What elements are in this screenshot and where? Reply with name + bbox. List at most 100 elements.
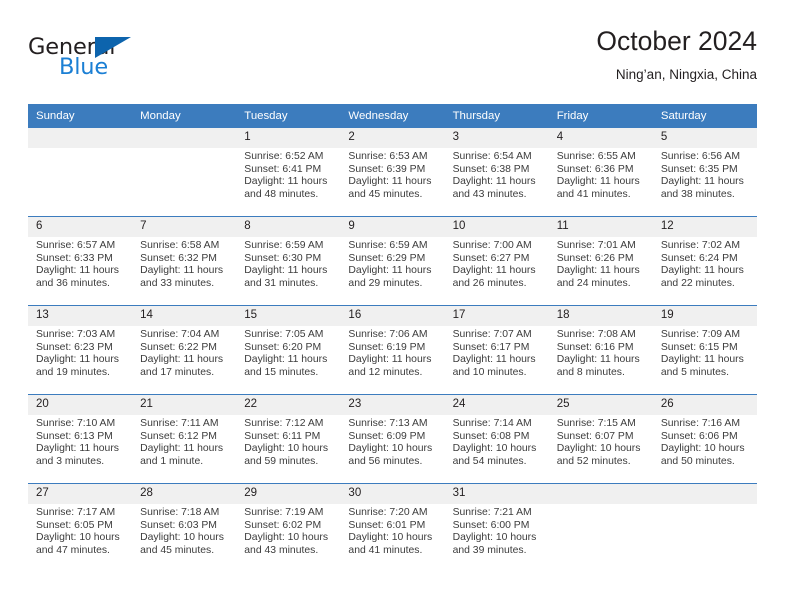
calendar-day-cell[interactable]: 28 Sunrise: 7:18 AM Sunset: 6:03 PM Dayligh… (132, 483, 237, 572)
calendar-day-cell[interactable]: 6 Sunrise: 6:57 AM Sunset: 6:33 PM Daylight… (28, 216, 133, 306)
day-number: 31 (444, 484, 549, 505)
calendar-day-cell[interactable]: 27 Sunrise: 7:17 AM Sunset: 6:05 PM Dayligh… (28, 483, 133, 572)
day-number: 14 (132, 306, 237, 327)
daylight-text: Daylight: 10 hours and 41 minutes. (348, 532, 433, 556)
calendar-day-cell[interactable]: 5 Sunrise: 6:56 AM Sunset: 6:35 PM Daylight… (652, 128, 757, 217)
day-details: Sunrise: 6:54 AM Sunset: 6:38 PM Daylight:… (445, 148, 549, 201)
daylight-text: Daylight: 11 hours and 41 minutes. (556, 176, 640, 200)
weekday-header-friday: Friday (548, 104, 653, 128)
sunset-text: Sunset: 6:02 PM (244, 519, 322, 531)
sunset-text: Sunset: 6:16 PM (556, 341, 634, 353)
calendar-day-cell[interactable]: 17 Sunrise: 7:07 AM Sunset: 6:17 PM Dayligh… (444, 305, 549, 395)
calendar-day-cell[interactable]: 31 Sunrise: 7:21 AM Sunset: 6:00 PM Dayligh… (444, 483, 549, 572)
calendar-day-cell[interactable]: 30 Sunrise: 7:20 AM Sunset: 6:01 PM Dayligh… (340, 483, 445, 572)
daylight-text: Daylight: 11 hours and 5 minutes. (660, 354, 744, 378)
calendar-day-cell[interactable]: 18 Sunrise: 7:08 AM Sunset: 6:16 PM Dayligh… (548, 305, 653, 395)
sunset-text: Sunset: 6:01 PM (348, 519, 426, 531)
day-number: 3 (444, 128, 549, 149)
daylight-text: Daylight: 11 hours and 43 minutes. (452, 176, 536, 200)
calendar-day-cell[interactable]: 12 Sunrise: 7:02 AM Sunset: 6:24 PM Dayligh… (652, 216, 757, 306)
daylight-text: Daylight: 11 hours and 38 minutes. (660, 176, 744, 200)
day-number: 28 (132, 484, 237, 505)
calendar-day-cell[interactable]: 29 Sunrise: 7:19 AM Sunset: 6:02 PM Dayligh… (236, 483, 341, 572)
day-details: Sunrise: 7:06 AM Sunset: 6:19 PM Daylight:… (340, 326, 444, 379)
calendar-day-cell[interactable]: 10 Sunrise: 7:00 AM Sunset: 6:27 PM Dayligh… (444, 216, 549, 306)
calendar-day-cell[interactable]: 9 Sunrise: 6:59 AM Sunset: 6:29 PM Daylight… (340, 216, 445, 306)
page-header: General Blue October 2024 Ning’an, Ningx… (28, 26, 757, 90)
sunset-text: Sunset: 6:20 PM (244, 341, 322, 353)
calendar-week-row: 6 Sunrise: 6:57 AM Sunset: 6:33 PM Daylight… (28, 216, 757, 306)
calendar-day-cell[interactable]: 8 Sunrise: 6:59 AM Sunset: 6:30 PM Daylight… (236, 216, 341, 306)
calendar-day-cell[interactable]: 2 Sunrise: 6:53 AM Sunset: 6:39 PM Daylight… (340, 128, 445, 217)
daylight-text: Daylight: 10 hours and 59 minutes. (244, 443, 329, 467)
daylight-text: Daylight: 10 hours and 39 minutes. (452, 532, 537, 556)
day-number: 11 (548, 217, 653, 238)
calendar-day-cell[interactable]: 11 Sunrise: 7:01 AM Sunset: 6:26 PM Dayligh… (548, 216, 653, 306)
general-blue-logo[interactable]: General Blue (28, 34, 158, 82)
calendar-day-cell[interactable]: 15 Sunrise: 7:05 AM Sunset: 6:20 PM Dayligh… (236, 305, 341, 395)
day-number (652, 484, 757, 505)
sunrise-text: Sunrise: 7:00 AM (452, 240, 532, 252)
day-number: 26 (652, 395, 757, 416)
calendar-day-cell[interactable]: 3 Sunrise: 6:54 AM Sunset: 6:38 PM Daylight… (444, 128, 549, 217)
sunrise-text: Sunrise: 7:14 AM (452, 418, 532, 430)
day-number: 17 (444, 306, 549, 327)
daylight-text: Daylight: 10 hours and 54 minutes. (452, 443, 537, 467)
logo-text-blue: Blue (59, 54, 108, 80)
day-details: Sunrise: 6:55 AM Sunset: 6:36 PM Daylight:… (549, 148, 653, 201)
calendar-day-cell[interactable]: 13 Sunrise: 7:03 AM Sunset: 6:23 PM Dayligh… (28, 305, 133, 395)
calendar-day-cell[interactable]: 26 Sunrise: 7:16 AM Sunset: 6:06 PM Dayligh… (652, 394, 757, 484)
daylight-text: Daylight: 11 hours and 31 minutes. (244, 265, 328, 289)
calendar-day-cell[interactable]: 23 Sunrise: 7:13 AM Sunset: 6:09 PM Dayligh… (340, 394, 445, 484)
daylight-text: Daylight: 11 hours and 19 minutes. (36, 354, 119, 378)
sunset-text: Sunset: 6:36 PM (556, 163, 634, 175)
daylight-text: Daylight: 11 hours and 29 minutes. (348, 265, 432, 289)
sunrise-text: Sunrise: 7:17 AM (36, 507, 116, 519)
sunrise-text: Sunrise: 7:06 AM (348, 329, 428, 341)
day-details: Sunrise: 6:56 AM Sunset: 6:35 PM Daylight:… (653, 148, 757, 201)
calendar-day-cell[interactable]: 21 Sunrise: 7:11 AM Sunset: 6:12 PM Dayligh… (132, 394, 237, 484)
daylight-text: Daylight: 11 hours and 24 minutes. (556, 265, 640, 289)
daylight-text: Daylight: 11 hours and 12 minutes. (348, 354, 432, 378)
daylight-text: Daylight: 11 hours and 17 minutes. (140, 354, 224, 378)
sunrise-text: Sunrise: 6:54 AM (452, 151, 532, 163)
calendar-day-cell[interactable]: 4 Sunrise: 6:55 AM Sunset: 6:36 PM Daylight… (548, 128, 653, 217)
calendar-day-cell[interactable]: 14 Sunrise: 7:04 AM Sunset: 6:22 PM Dayligh… (132, 305, 237, 395)
sunrise-text: Sunrise: 6:55 AM (556, 151, 636, 163)
day-number: 20 (28, 395, 133, 416)
day-details: Sunrise: 7:17 AM Sunset: 6:05 PM Daylight:… (28, 504, 132, 557)
day-number: 16 (340, 306, 445, 327)
day-details: Sunrise: 6:59 AM Sunset: 6:30 PM Daylight:… (236, 237, 340, 290)
day-details: Sunrise: 7:20 AM Sunset: 6:01 PM Daylight:… (340, 504, 444, 557)
day-details: Sunrise: 6:53 AM Sunset: 6:39 PM Daylight:… (340, 148, 444, 201)
sunset-text: Sunset: 6:07 PM (556, 430, 634, 442)
sunrise-text: Sunrise: 7:07 AM (452, 329, 532, 341)
calendar-week-row: 1 Sunrise: 6:52 AM Sunset: 6:41 PM Daylight… (28, 128, 757, 217)
calendar-day-cell[interactable]: 22 Sunrise: 7:12 AM Sunset: 6:11 PM Dayligh… (236, 394, 341, 484)
day-number: 27 (28, 484, 133, 505)
calendar-day-cell[interactable]: 24 Sunrise: 7:14 AM Sunset: 6:08 PM Dayligh… (444, 394, 549, 484)
day-details: Sunrise: 7:13 AM Sunset: 6:09 PM Daylight:… (340, 415, 444, 468)
day-number: 22 (236, 395, 341, 416)
sunset-text: Sunset: 6:38 PM (452, 163, 530, 175)
day-number: 30 (340, 484, 445, 505)
day-number: 29 (236, 484, 341, 505)
calendar-day-cell[interactable]: 7 Sunrise: 6:58 AM Sunset: 6:32 PM Daylight… (132, 216, 237, 306)
calendar-day-cell[interactable]: 1 Sunrise: 6:52 AM Sunset: 6:41 PM Daylight… (236, 128, 341, 217)
calendar-day-cell[interactable]: 19 Sunrise: 7:09 AM Sunset: 6:15 PM Dayligh… (652, 305, 757, 395)
calendar-day-cell[interactable]: 16 Sunrise: 7:06 AM Sunset: 6:19 PM Dayligh… (340, 305, 445, 395)
sunrise-text: Sunrise: 7:03 AM (36, 329, 116, 341)
sunrise-text: Sunrise: 7:19 AM (244, 507, 324, 519)
sunrise-text: Sunrise: 7:10 AM (36, 418, 116, 430)
calendar-page: General Blue October 2024 Ning’an, Ningx… (0, 0, 792, 612)
daylight-text: Daylight: 11 hours and 1 minute. (140, 443, 224, 467)
sunrise-text: Sunrise: 7:11 AM (140, 418, 219, 430)
day-details: Sunrise: 7:07 AM Sunset: 6:17 PM Daylight:… (445, 326, 549, 379)
sunrise-text: Sunrise: 6:59 AM (244, 240, 324, 252)
calendar-day-cell[interactable]: 20 Sunrise: 7:10 AM Sunset: 6:13 PM Dayligh… (28, 394, 133, 484)
sunrise-text: Sunrise: 6:59 AM (348, 240, 428, 252)
day-number: 23 (340, 395, 445, 416)
page-title: October 2024 (596, 26, 757, 56)
daylight-text: Daylight: 10 hours and 52 minutes. (556, 443, 641, 467)
calendar-day-cell[interactable]: 25 Sunrise: 7:15 AM Sunset: 6:07 PM Dayligh… (548, 394, 653, 484)
